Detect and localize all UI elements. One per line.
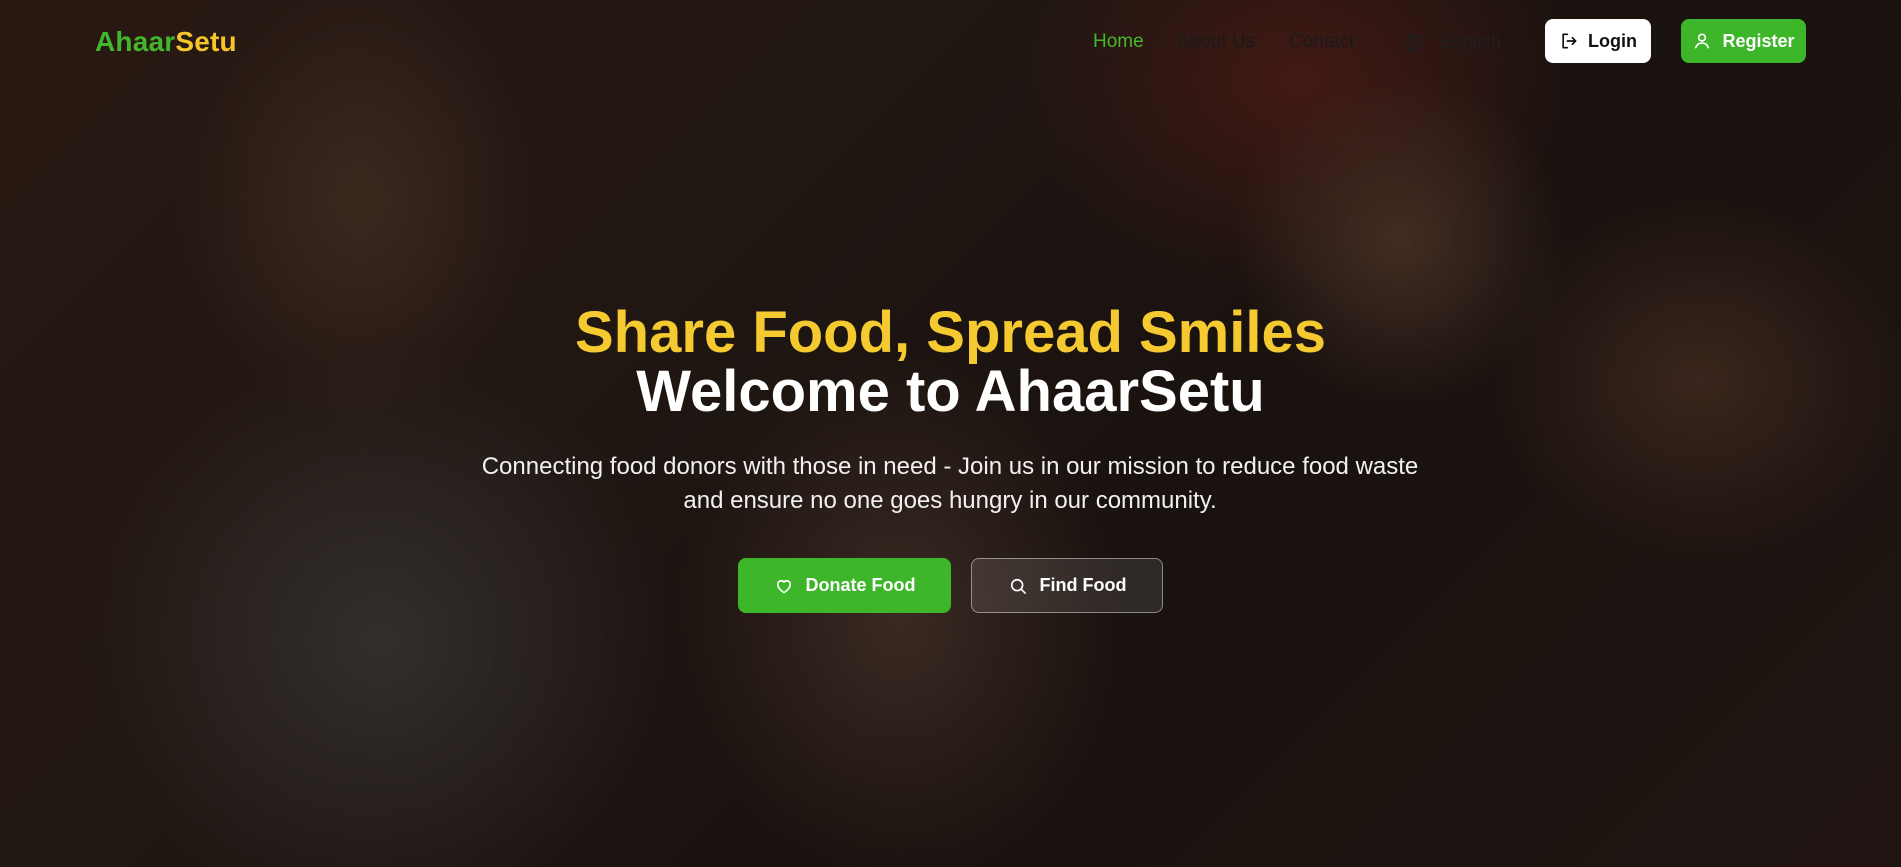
hero-welcome-title: Welcome to AhaarSetu [636,359,1265,424]
find-food-button[interactable]: Find Food [971,558,1163,613]
search-icon [1010,578,1026,594]
nav-link-about-us[interactable]: About Us [1177,31,1255,53]
globe-icon [1404,34,1422,52]
find-food-label: Find Food [1039,575,1127,595]
login-button[interactable]: Login [1545,19,1651,63]
register-button[interactable]: Register [1681,19,1806,63]
register-label: Register [1722,30,1795,51]
donate-food-button[interactable]: Donate Food [738,558,951,613]
hero-background-image [0,0,1901,867]
hero-subtitle: Connecting food donors with those in nee… [481,453,1419,514]
hero-overlay [0,0,1901,867]
language-selector[interactable]: English [1403,30,1501,56]
donate-food-label: Donate Food [805,575,916,595]
login-label: Login [1588,30,1637,51]
user-icon [1695,33,1710,49]
nav-link-home[interactable]: Home [1093,31,1144,53]
brand-logo[interactable]: AhaarSetu [95,26,237,58]
nav-link-contact[interactable]: Contact [1289,31,1354,53]
language-label: English [1439,32,1502,53]
brand-logo-part2: Setu [175,26,237,57]
login-icon [1562,33,1577,49]
navbar: AhaarSetu Home About Us Contact English … [0,0,1901,86]
brand-logo-part1: Ahaar [95,26,176,57]
heart-icon [776,579,791,593]
